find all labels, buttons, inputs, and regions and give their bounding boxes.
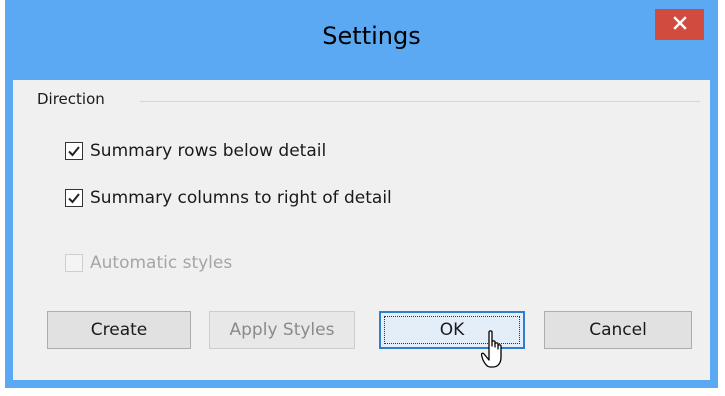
window-frame-left <box>5 80 13 386</box>
checkbox-box[interactable] <box>65 189 83 207</box>
checkbox-box[interactable] <box>65 254 83 272</box>
create-button[interactable]: Create <box>47 311 191 349</box>
dialog-body: Direction Summary rows below detail Summ… <box>13 80 710 380</box>
group-divider <box>140 101 700 102</box>
checkbox-label: Summary columns to right of detail <box>90 188 392 208</box>
settings-dialog: Settings Direction Summary rows below de… <box>0 0 725 396</box>
window-frame-bottom <box>5 380 718 388</box>
checkbox-label: Summary rows below detail <box>90 141 327 161</box>
close-icon <box>672 15 687 34</box>
focus-rectangle <box>384 316 520 344</box>
direction-group-label: Direction <box>37 90 105 108</box>
window-frame-right <box>710 80 718 386</box>
ok-button[interactable]: OK <box>379 311 525 349</box>
cancel-button[interactable]: Cancel <box>544 311 692 349</box>
close-button[interactable] <box>655 9 704 40</box>
summary-rows-below-detail-checkbox[interactable]: Summary rows below detail <box>65 140 326 162</box>
automatic-styles-checkbox[interactable]: Automatic styles <box>65 252 232 274</box>
checkbox-label: Automatic styles <box>90 253 233 273</box>
apply-styles-button[interactable]: Apply Styles <box>209 311 355 349</box>
summary-columns-right-of-detail-checkbox[interactable]: Summary columns to right of detail <box>65 187 392 209</box>
checkmark-icon <box>68 146 80 157</box>
dialog-title: Settings <box>322 22 421 50</box>
checkbox-box[interactable] <box>65 142 83 160</box>
checkmark-icon <box>68 193 80 204</box>
title-bar[interactable]: Settings <box>5 0 718 80</box>
